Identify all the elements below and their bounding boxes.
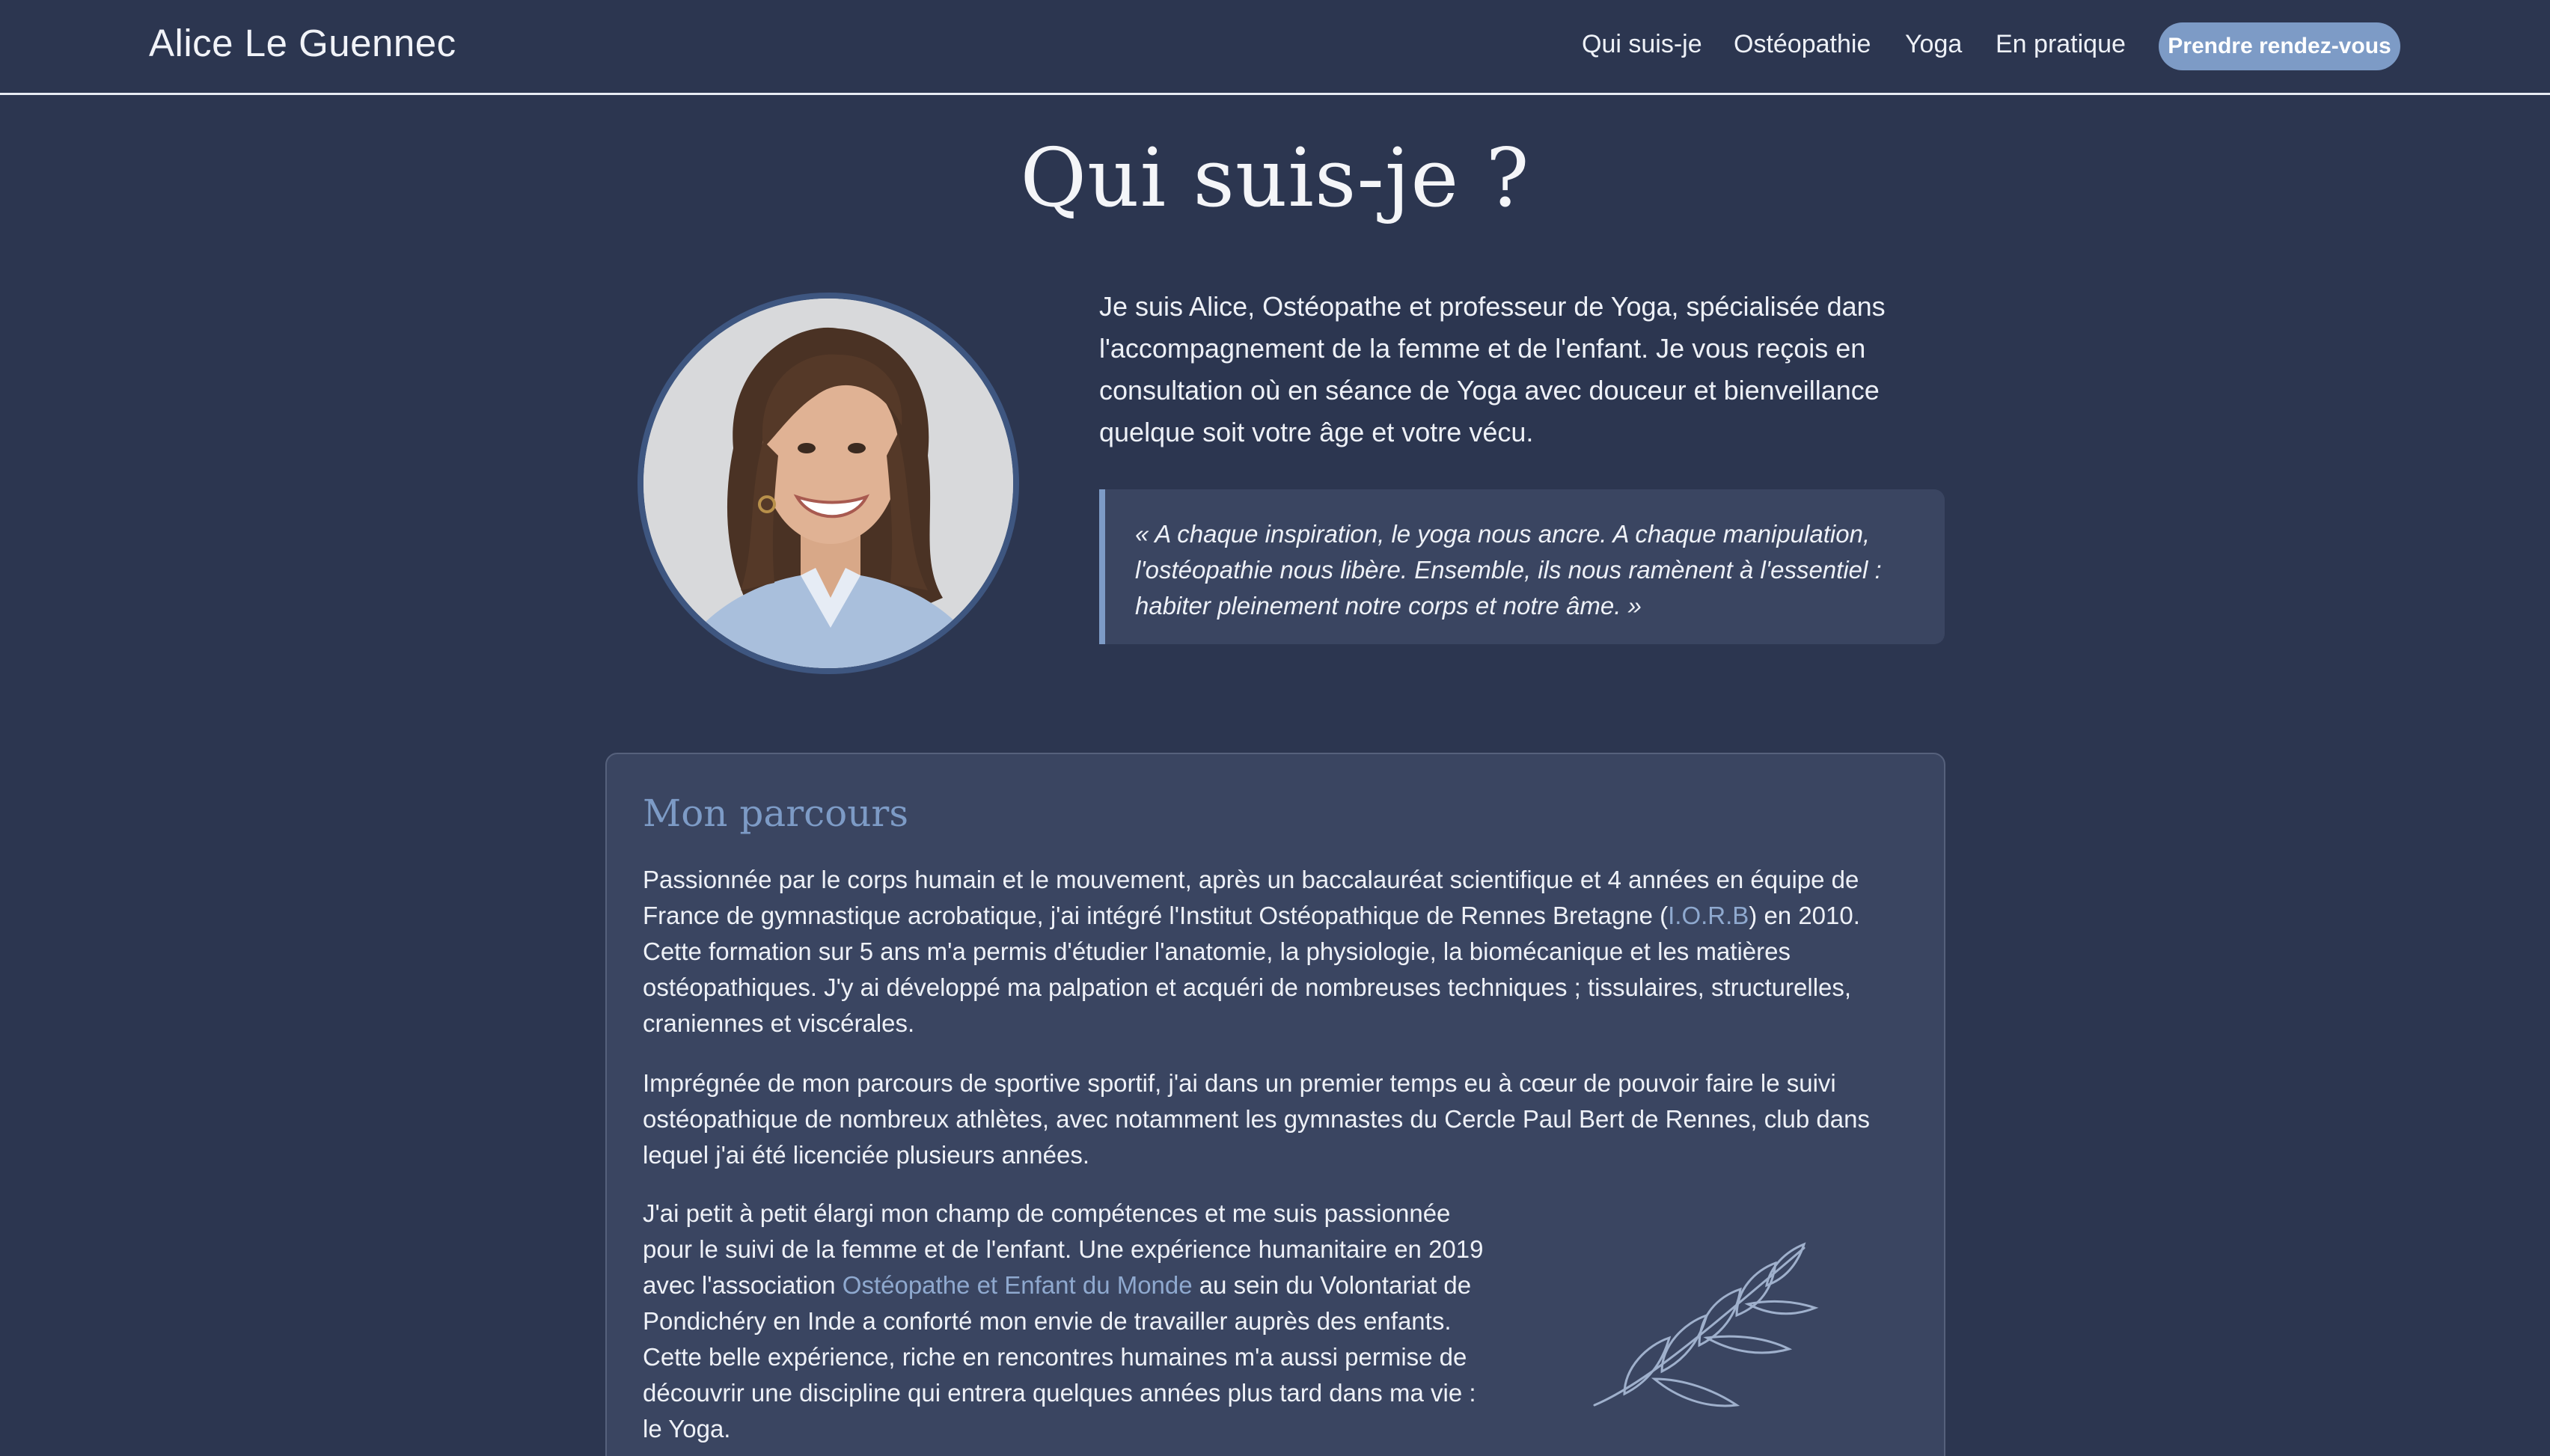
site-header: Alice Le Guennec Qui suis-je Ostéopathie…	[0, 0, 2550, 95]
parcours-paragraph-2: Imprégnée de mon parcours de sportive sp…	[643, 1069, 1870, 1169]
nav-en-pratique[interactable]: En pratique	[1996, 30, 2126, 59]
portrait-photo	[638, 293, 1019, 674]
intro-text: Je suis Alice, Ostéopathe et professeur …	[1099, 291, 1886, 447]
parcours-title: Mon parcours	[643, 792, 908, 835]
leaf-branch-icon	[1593, 1242, 1819, 1407]
nav-yoga[interactable]: Yoga	[1905, 30, 1962, 59]
nav-osteopathie[interactable]: Ostéopathie	[1734, 30, 1871, 59]
page: Alice Le Guennec Qui suis-je Ostéopathie…	[0, 0, 2550, 1456]
nav-qui-suis-je[interactable]: Qui suis-je	[1582, 30, 1702, 59]
parcours-paragraph-1: Passionnée par le corps humain et le mou…	[643, 862, 1915, 1041]
page-title: Qui suis-je ?	[1020, 132, 1530, 225]
iorb-link[interactable]: I.O.R.B	[1668, 902, 1749, 929]
brand-logo[interactable]: Alice Le Guennec	[149, 21, 456, 65]
oem-association-link[interactable]: Ostéopathe et Enfant du Monde	[843, 1271, 1193, 1299]
parcours-card: Mon parcours Passionnée par le corps hum…	[605, 753, 1945, 1456]
portrait-illustration	[643, 299, 1013, 668]
book-appointment-button[interactable]: Prendre rendez-vous	[2159, 22, 2400, 70]
parcours-paragraph-3: J'ai petit à petit élargi mon champ de c…	[643, 1196, 1488, 1447]
philosophy-quote: « A chaque inspiration, le yoga nous anc…	[1099, 489, 1945, 644]
